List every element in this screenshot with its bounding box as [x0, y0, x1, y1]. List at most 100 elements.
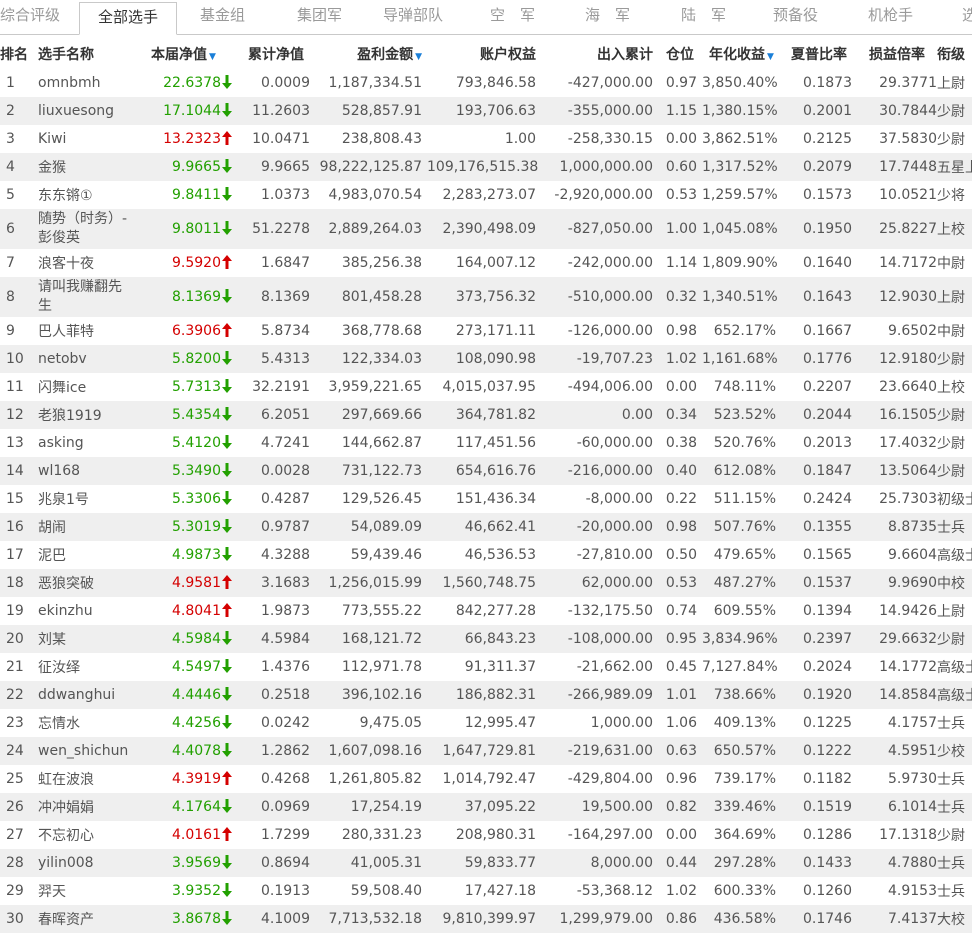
tab-ground-force[interactable]: 陆 军: [681, 0, 726, 32]
table-row[interactable]: 6 随势（时务）-彭俊英 9.8011 51.2278 2,889,264.03 2,39…: [0, 209, 972, 249]
profit-cell: 59,508.40: [350, 883, 422, 899]
player-name-cell[interactable]: 浪客十夜: [30, 249, 130, 277]
player-name-cell[interactable]: 刘某: [30, 625, 130, 653]
tab-more[interactable]: 选: [962, 0, 972, 32]
cum-nav-cell: 1.4376: [261, 659, 310, 675]
player-name-cell[interactable]: wl168: [30, 457, 130, 485]
table-row[interactable]: 19 ekinzhu 4.8041 1.9873 773,555.22 842,277.2…: [0, 597, 972, 625]
player-name-cell[interactable]: 羿天: [30, 877, 130, 905]
table-row[interactable]: 25 虹在波浪 4.3919 0.4268 1,261,805.82 1,014,792.…: [0, 765, 972, 793]
sharpe-cell: 0.1286: [803, 827, 852, 843]
rank-cell: 24: [6, 743, 24, 759]
player-name-cell[interactable]: 巴人菲特: [30, 317, 130, 345]
table-row[interactable]: 23 忘情水 4.4256 0.0242 9,475.05 12,995.47 1,000.…: [0, 709, 972, 737]
player-name-cell[interactable]: 老狼1919: [30, 401, 130, 429]
pl-ratio-cell: 30.7844: [879, 103, 937, 119]
table-row[interactable]: 26 冲冲娟娟 4.1764 0.0969 17,254.19 37,095.22 19,5…: [0, 793, 972, 821]
sort-desc-icon[interactable]: ▼: [209, 52, 216, 62]
table-row[interactable]: 14 wl168 5.3490 0.0028 731,122.73 654,616.76 -…: [0, 457, 972, 485]
table-row[interactable]: 24 wen_shichun 4.4078 1.2862 1,607,098.16 1,6…: [0, 737, 972, 765]
table-row[interactable]: 21 征汝绎 4.5497 1.4376 112,971.78 91,311.37 -21,…: [0, 653, 972, 681]
col-position[interactable]: 仓位: [658, 39, 702, 69]
col-annual[interactable]: 年化收益 ▼: [702, 39, 781, 69]
col-sharpe[interactable]: 夏普比率: [781, 39, 857, 69]
table-row[interactable]: 27 不忘初心 4.0161 1.7299 280,331.23 208,980.31 -1…: [0, 821, 972, 849]
player-name-cell[interactable]: Kiwi: [30, 125, 130, 153]
player-name-cell[interactable]: ekinzhu: [30, 597, 130, 625]
player-name-cell[interactable]: ddwanghui: [30, 681, 130, 709]
position-cell: 0.00: [665, 379, 697, 395]
player-name-cell[interactable]: 泥巴: [30, 541, 130, 569]
col-nav[interactable]: 本届净值 ▼: [130, 39, 237, 69]
table-row[interactable]: 8 请叫我赚翻先生 8.1369 8.1369 801,458.28 373,756.32…: [0, 277, 972, 317]
player-name-cell[interactable]: 征汝绎: [30, 653, 130, 681]
col-flow[interactable]: 出入累计: [541, 39, 658, 69]
tab-air-force[interactable]: 空 军: [490, 0, 535, 32]
table-row[interactable]: 15 兆泉1号 5.3306 0.4287 129,526.45 151,436.34 -8…: [0, 485, 972, 513]
tab-fund-group[interactable]: 基金组: [200, 0, 245, 32]
table-row[interactable]: 16 胡闹 5.3019 0.9787 54,089.09 46,662.41 -20,00…: [0, 513, 972, 541]
profit-cell: 1,261,805.82: [328, 771, 422, 787]
table-row[interactable]: 10 netobv 5.8200 5.4313 122,334.03 108,090.98…: [0, 345, 972, 373]
table-row[interactable]: 3 Kiwi 13.2323 10.0471 238,808.43 1.00 -258,33…: [0, 125, 972, 153]
col-cum-nav[interactable]: 累计净值: [237, 39, 315, 69]
table-row[interactable]: 5 东东锵① 9.8411 1.0373 4,983,070.54 2,283,273.0…: [0, 181, 972, 209]
tab-reserve[interactable]: 预备役: [773, 0, 818, 32]
player-name-cell[interactable]: 恶狼突破: [30, 569, 130, 597]
sort-desc-icon[interactable]: ▼: [415, 52, 422, 62]
cum-nav-cell: 0.9787: [261, 519, 310, 535]
table-row[interactable]: 18 恶狼突破 4.9581 3.1683 1,256,015.99 1,560,748.…: [0, 569, 972, 597]
player-name-cell[interactable]: 随势（时务）-彭俊英: [30, 209, 130, 249]
table-row[interactable]: 13 asking 5.4120 4.7241 144,662.87 117,451.56…: [0, 429, 972, 457]
table-row[interactable]: 30 春晖资产 3.8678 4.1009 7,713,532.18 9,810,399.…: [0, 905, 972, 933]
player-name-cell[interactable]: 金猴: [30, 153, 130, 181]
table-row[interactable]: 9 巴人菲特 6.3906 5.8734 368,778.68 273,171.11 -12…: [0, 317, 972, 345]
player-name-cell[interactable]: yilin008: [30, 849, 130, 877]
table-row[interactable]: 1 omnbmh 22.6378 0.0009 1,187,334.51 793,846.…: [0, 69, 972, 97]
player-name-cell[interactable]: asking: [30, 429, 130, 457]
player-name-cell[interactable]: netobv: [30, 345, 130, 373]
player-name-cell[interactable]: 兆泉1号: [30, 485, 130, 513]
tab-army-group[interactable]: 集团军: [297, 0, 342, 32]
pl-ratio-cell: 12.9180: [879, 351, 937, 367]
tab-navy[interactable]: 海 军: [585, 0, 630, 32]
player-name-cell[interactable]: 虹在波浪: [30, 765, 130, 793]
col-ratio[interactable]: 损益倍率: [857, 39, 937, 69]
player-name-cell[interactable]: 忘情水: [30, 709, 130, 737]
col-rank[interactable]: 排名: [0, 39, 30, 69]
annual-return-cell: 1,809.90%: [702, 255, 778, 271]
table-row[interactable]: 28 yilin008 3.9569 0.8694 41,005.31 59,833.77…: [0, 849, 972, 877]
sharpe-cell: 0.1573: [803, 187, 852, 203]
pl-ratio-cell: 5.9730: [888, 771, 937, 787]
table-row[interactable]: 20 刘某 4.5984 4.5984 168,121.72 66,843.23 -108,…: [0, 625, 972, 653]
player-name-cell[interactable]: liuxuesong: [30, 97, 130, 125]
table-row[interactable]: 2 liuxuesong 17.1044 11.2603 528,857.91 193,7…: [0, 97, 972, 125]
tab-overall-rating[interactable]: 综合评级: [0, 0, 60, 32]
tab-machine-gunner[interactable]: 机枪手: [868, 0, 913, 32]
tab-all-players[interactable]: 全部选手: [79, 2, 177, 35]
table-row[interactable]: 22 ddwanghui 4.4446 0.2518 396,102.16 186,882…: [0, 681, 972, 709]
col-equity[interactable]: 账户权益: [427, 39, 541, 69]
table-row[interactable]: 4 金猴 9.9665 9.9665 98,222,125.87 109,176,515.…: [0, 153, 972, 181]
player-name-cell[interactable]: 胡闹: [30, 513, 130, 541]
player-name-cell[interactable]: 东东锵①: [30, 181, 130, 209]
player-name-cell[interactable]: 春晖资产: [30, 905, 130, 933]
table-row[interactable]: 12 老狼1919 5.4354 6.2051 297,669.66 364,781.82…: [0, 401, 972, 429]
col-profit[interactable]: 盈利金额 ▼: [315, 39, 427, 69]
table-row[interactable]: 29 羿天 3.9352 0.1913 59,508.40 17,427.18 -53,36…: [0, 877, 972, 905]
annual-return-cell: 738.66%: [713, 687, 776, 703]
tab-missile-force[interactable]: 导弹部队: [383, 0, 443, 32]
table-row[interactable]: 17 泥巴 4.9873 4.3288 59,439.46 46,536.53 -27,81…: [0, 541, 972, 569]
player-name-cell[interactable]: 闪舞ice: [30, 373, 130, 401]
player-name-cell[interactable]: wen_shichun: [30, 737, 130, 765]
col-title[interactable]: 衔级: [937, 39, 972, 69]
position-cell: 0.97: [665, 75, 697, 91]
player-name-cell[interactable]: 不忘初心: [30, 821, 130, 849]
col-name[interactable]: 选手名称: [30, 39, 130, 69]
table-row[interactable]: 11 闪舞ice 5.7313 32.2191 3,959,221.65 4,015,03…: [0, 373, 972, 401]
player-name-cell[interactable]: omnbmh: [30, 69, 130, 97]
table-row[interactable]: 7 浪客十夜 9.5920 1.6847 385,256.38 164,007.12 -24…: [0, 249, 972, 277]
sort-desc-icon[interactable]: ▼: [767, 52, 774, 62]
player-name-cell[interactable]: 冲冲娟娟: [30, 793, 130, 821]
player-name-cell[interactable]: 请叫我赚翻先生: [30, 277, 130, 317]
